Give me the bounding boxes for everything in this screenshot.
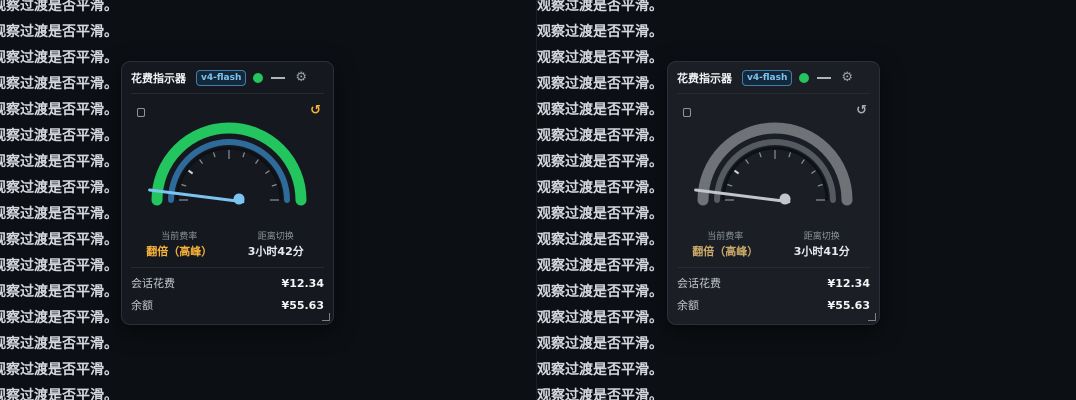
gauge xyxy=(694,122,853,206)
switch-value: 3小时42分 xyxy=(247,245,304,258)
gauge-tick xyxy=(181,183,187,187)
model-badge[interactable]: v4-flash xyxy=(196,69,247,86)
status-dot xyxy=(253,72,264,83)
gauge-tick xyxy=(265,170,270,174)
session-cost-value: ¥12.34 xyxy=(827,277,870,290)
background-line: 观察过渡是否平滑。 xyxy=(537,24,663,40)
gauge-needle xyxy=(694,188,791,204)
background-line: 观察过渡是否平滑。 xyxy=(0,336,118,352)
balance-label: 余额 xyxy=(677,299,699,312)
resize-handle[interactable] xyxy=(868,313,876,321)
minus-icon[interactable] xyxy=(271,76,286,79)
background-line: 观察过渡是否平滑。 xyxy=(0,24,118,40)
gauge-tick xyxy=(242,152,246,158)
session-cost-value: ¥12.34 xyxy=(281,277,324,290)
gauge-tick xyxy=(199,159,203,164)
balance-value: ¥55.63 xyxy=(281,299,324,312)
widget-title: 花费指示器 xyxy=(131,71,186,85)
widget-header[interactable]: 花费指示器 v4-flash ⚙ xyxy=(677,62,870,94)
balance-label: 余额 xyxy=(131,299,153,312)
rate-value: 翻倍（高峰） xyxy=(692,245,759,258)
gauge-tick xyxy=(212,152,216,158)
gauge xyxy=(148,122,307,206)
switch-value: 3小时41分 xyxy=(793,245,850,258)
switch-stat: 距离切换 3小时41分 xyxy=(774,224,871,264)
background-line: 观察过渡是否平滑。 xyxy=(537,388,663,400)
gauge-tick xyxy=(745,159,749,164)
gauge-tick xyxy=(255,159,259,164)
background-line: 观察过渡是否平滑。 xyxy=(0,0,118,14)
gauge-tick xyxy=(788,152,792,158)
widget-header[interactable]: 花费指示器 v4-flash ⚙ xyxy=(131,62,324,94)
rate-stat: 当前费率 翻倍（高峰） xyxy=(677,224,774,264)
divider xyxy=(677,267,870,268)
stats-row: 当前费率 翻倍（高峰） 距离切换 3小时42分 xyxy=(131,224,324,264)
gear-icon[interactable]: ⚙ xyxy=(295,71,307,84)
stats-row: 当前费率 翻倍（高峰） 距离切换 3小时41分 xyxy=(677,224,870,264)
background-line: 观察过渡是否平滑。 xyxy=(0,388,118,400)
background-line: 观察过渡是否平滑。 xyxy=(537,362,663,378)
gauge-area: ↺ xyxy=(677,94,870,224)
gauge-tick xyxy=(811,170,816,174)
switch-label: 距离切换 xyxy=(803,232,840,242)
gauge-tick xyxy=(187,169,194,175)
resize-handle[interactable] xyxy=(322,313,330,321)
cost-indicator-widget-dimmed[interactable]: 花费指示器 v4-flash ⚙ ↺ 当前费率 翻倍（高峰） 距离切换 3小时4… xyxy=(667,61,880,325)
gauge-tick xyxy=(801,159,805,164)
gauge-area: ↺ xyxy=(131,94,324,224)
background-line: 观察过渡是否平滑。 xyxy=(0,362,118,378)
session-cost-row: 会话花费 ¥12.34 xyxy=(677,277,870,291)
balance-value: ¥55.63 xyxy=(827,299,870,312)
gauge-hub xyxy=(779,193,791,205)
minus-icon[interactable] xyxy=(817,76,832,79)
cost-indicator-widget[interactable]: 花费指示器 v4-flash ⚙ ↺ 当前费率 翻倍（高峰） 距离切换 3小时4… xyxy=(121,61,334,325)
status-dot xyxy=(799,72,810,83)
session-cost-label: 会话花费 xyxy=(677,277,721,290)
balance-row: 余额 ¥55.63 xyxy=(677,299,870,313)
gauge-tick xyxy=(817,183,823,187)
widget-title: 花费指示器 xyxy=(677,71,732,85)
gauge-tick xyxy=(271,183,277,187)
gauge-tick xyxy=(758,152,762,158)
rate-label: 当前费率 xyxy=(161,232,198,242)
switch-stat: 距离切换 3小时42分 xyxy=(228,224,325,264)
divider xyxy=(131,267,324,268)
model-badge[interactable]: v4-flash xyxy=(742,69,793,86)
session-cost-label: 会话花费 xyxy=(131,277,175,290)
background-line: 观察过渡是否平滑。 xyxy=(537,336,663,352)
balance-row: 余额 ¥55.63 xyxy=(131,299,324,313)
rate-value: 翻倍（高峰） xyxy=(146,245,213,258)
gauge-hub xyxy=(233,193,245,205)
session-cost-row: 会话花费 ¥12.34 xyxy=(131,277,324,291)
gauge-tick xyxy=(733,169,740,175)
rate-label: 当前费率 xyxy=(707,232,744,242)
gauge-tick xyxy=(727,183,733,187)
switch-label: 距离切换 xyxy=(257,232,294,242)
rate-stat: 当前费率 翻倍（高峰） xyxy=(131,224,228,264)
gear-icon[interactable]: ⚙ xyxy=(841,71,853,84)
gauge-needle xyxy=(148,188,245,204)
background-line: 观察过渡是否平滑。 xyxy=(537,0,663,14)
